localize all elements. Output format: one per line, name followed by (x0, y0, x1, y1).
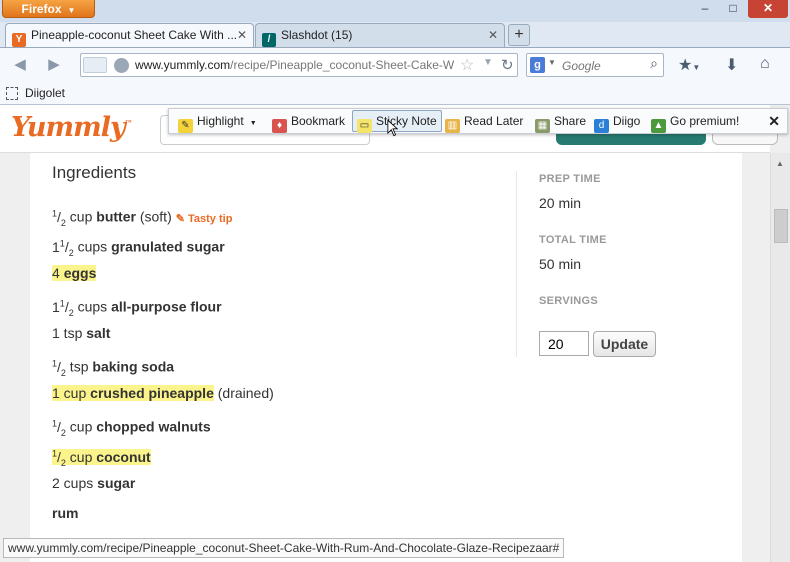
url-bar[interactable]: www.yummly.com/recipe/Pineapple_coconut-… (80, 53, 518, 77)
ingredient-text: 1/2 cup butter (52, 208, 136, 228)
ingredient-text: rum (52, 505, 79, 521)
minimize-button[interactable]: – (692, 0, 718, 18)
chevron-down-icon[interactable]: ▼ (483, 57, 493, 68)
url-text[interactable]: www.yummly.com/recipe/Pineapple_coconut-… (135, 58, 455, 72)
tab-title: Pineapple-coconut Sheet Cake With ... (31, 28, 238, 42)
home-icon[interactable]: ⌂ (760, 55, 770, 73)
sticky-note-icon: ▭ (357, 119, 372, 133)
ingredient-item: 11/2 cups granulated sugar (52, 233, 225, 258)
ingredient-item: rum (52, 503, 78, 523)
page-scrollbar[interactable]: ▲ (770, 153, 790, 562)
scroll-up-icon[interactable]: ▲ (776, 159, 784, 168)
yummly-favicon-icon: Y (12, 33, 26, 47)
total-time-value: 50 min (539, 256, 582, 272)
highlighter-icon: ✎ (178, 119, 193, 133)
tab-title: Slashdot (15) (281, 28, 353, 42)
chevron-down-icon[interactable]: ▼ (548, 58, 556, 67)
prep-time-value: 20 min (539, 195, 582, 211)
bookmark-diigolet[interactable]: Diigolet (6, 86, 65, 100)
book-icon: ▥ (445, 119, 460, 133)
star-icon[interactable]: ☆ (460, 55, 474, 75)
ingredient-item: 1/2 cup butter (soft) ✎ Tasty tip (52, 203, 233, 228)
servings-label: SERVINGS (539, 295, 599, 307)
ingredient-note: (drained) (213, 385, 274, 401)
ingredient-item: 1/2 cup chopped walnuts (52, 413, 211, 438)
firefox-menu-button[interactable]: Firefox ▼ (2, 0, 95, 18)
search-input[interactable]: Google (562, 59, 601, 73)
close-icon[interactable]: ✕ (768, 113, 780, 130)
servings-input[interactable] (539, 331, 589, 356)
page-viewport: Yummly™ ▼ ✎ Highlight ▼ ♦ Bookmark ▭ Sticky … (0, 105, 790, 562)
ingredients-heading: Ingredients (52, 163, 137, 182)
premium-icon: ▲ (651, 119, 666, 133)
ingredient-text: 2 cups sugar (52, 475, 136, 491)
ingredient-item: 1 cup crushed pineapple (drained) (52, 383, 274, 403)
share-icon: ▦ (535, 119, 550, 133)
ingredient-note: (soft) (135, 208, 172, 225)
ingredient-item: 11/2 cups all-purpose flour (52, 293, 222, 318)
update-button[interactable]: Update (593, 331, 656, 357)
bookmark-icon: ♦ (272, 119, 287, 133)
window-titlebar: Firefox ▼ – □ ✕ (0, 0, 790, 22)
mouse-cursor-icon (387, 119, 399, 137)
close-icon[interactable]: ✕ (237, 24, 247, 46)
chevron-down-icon: ▼ (249, 120, 257, 127)
slashdot-favicon-icon: / (262, 33, 276, 47)
site-identity-icon[interactable] (83, 57, 107, 73)
globe-icon (114, 58, 129, 73)
recipe-details: PREP TIME 20 min TOTAL TIME 50 min SERVI… (516, 171, 716, 357)
download-icon[interactable]: ⬇ (725, 55, 738, 75)
scroll-thumb[interactable] (774, 209, 788, 243)
diigo-go-premium-button[interactable]: ▲ Go premium! (651, 109, 739, 133)
prep-time-label: PREP TIME (539, 173, 601, 185)
status-url: www.yummly.com/recipe/Pineapple_coconut-… (3, 538, 565, 558)
reload-icon[interactable]: ↻ (501, 56, 514, 74)
page-icon (6, 87, 18, 100)
ingredient-item: 1/2 cup coconut (52, 443, 151, 468)
bookmark-label: Diigolet (25, 86, 66, 100)
ingredient-item: 2 cups sugar (52, 473, 135, 493)
ingredient-item: 1 tsp salt (52, 323, 110, 343)
ingredient-text: 11/2 cups all-purpose flour (52, 298, 222, 318)
tasty-tip-link[interactable]: ✎ Tasty tip (176, 213, 233, 225)
search-icon[interactable]: ⌕ (650, 55, 658, 72)
diigo-read-later-button[interactable]: ▥ Read Later (445, 109, 523, 133)
diigo-highlight-button[interactable]: ✎ Highlight ▼ (178, 109, 257, 133)
back-arrow-icon[interactable]: ◀ (10, 56, 30, 74)
url-host: www.yummly.com (135, 58, 231, 72)
navigation-toolbar: ◀ ▶ www.yummly.com/recipe/Pineapple_coco… (0, 47, 790, 81)
ingredient-text: 11/2 cups granulated sugar (52, 238, 225, 258)
chevron-down-icon[interactable]: ▼ (111, 122, 121, 133)
diigo-bookmark-button[interactable]: ♦ Bookmark (272, 109, 345, 133)
close-icon[interactable]: ✕ (488, 24, 498, 46)
google-icon[interactable]: g (530, 57, 545, 73)
ingredient-item: 4 eggs (52, 263, 97, 283)
highlighted-text: 4 eggs (52, 265, 97, 281)
search-bar[interactable]: g ▼ Google ⌕ (526, 53, 664, 77)
recipe-card: Ingredients 1/2 cup butter (soft) ✎ Tasty… (30, 153, 742, 562)
total-time-label: TOTAL TIME (539, 234, 607, 246)
close-window-button[interactable]: ✕ (748, 0, 788, 18)
diigo-toolbar: ✎ Highlight ▼ ♦ Bookmark ▭ Sticky Note ▥ Read… (168, 108, 788, 134)
url-path: /recipe/Pineapple_coconut-Sheet-Cake-W (230, 58, 455, 72)
bookmarks-toolbar: Diigolet (0, 81, 790, 105)
chevron-down-icon: ▼ (67, 6, 76, 15)
tab-slashdot[interactable]: / Slashdot (15) ✕ (255, 23, 505, 47)
ingredient-text: 1/2 cup chopped walnuts (52, 418, 211, 438)
ingredient-item: 1/2 tsp baking soda (52, 353, 175, 378)
diigo-icon: d (594, 119, 609, 133)
highlighted-text: 1/2 cup coconut (52, 448, 151, 468)
new-tab-button[interactable]: + (508, 24, 530, 46)
ingredient-text: 1/2 tsp baking soda (52, 358, 175, 378)
highlighted-text: 1 cup crushed pineapple (52, 385, 214, 401)
diigo-share-button[interactable]: ▦ Share (535, 109, 586, 133)
ingredient-text: 1 tsp salt (52, 325, 111, 341)
bookmarks-menu-icon[interactable]: ★▼ (678, 55, 700, 75)
forward-arrow-icon[interactable]: ▶ (44, 56, 64, 74)
maximize-button[interactable]: □ (720, 0, 746, 18)
tab-yummly[interactable]: Y Pineapple-coconut Sheet Cake With ... ✕ (5, 23, 254, 47)
diigo-button[interactable]: d Diigo (594, 109, 640, 133)
